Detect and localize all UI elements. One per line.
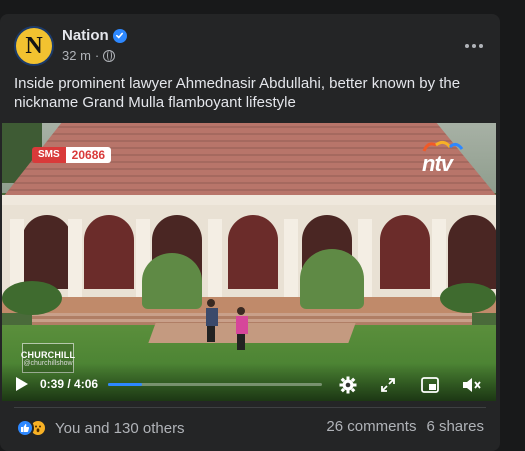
play-icon[interactable] [16, 377, 28, 391]
reactions-text: You and 130 others [55, 419, 185, 437]
video-eave [2, 195, 496, 205]
video-arch [228, 215, 278, 289]
video-palm [300, 249, 364, 309]
settings-icon[interactable] [338, 375, 358, 395]
page-scrollbar[interactable] [503, 0, 525, 451]
video-person [206, 299, 218, 342]
globe-icon [103, 49, 116, 62]
sms-code: 20686 [65, 147, 112, 163]
video-shrub [2, 281, 62, 315]
post-card: N Nation 32 m · Inside prominent lawyer … [0, 14, 500, 451]
video-progress-bar[interactable] [108, 383, 322, 386]
like-icon [16, 419, 34, 437]
mini-player-icon[interactable] [420, 375, 440, 395]
video-arch [22, 215, 72, 289]
video-player[interactable]: SMS 20686 ntv CHURCHILL @churchillshow 0… [2, 123, 496, 401]
video-person [236, 307, 248, 350]
page-avatar[interactable]: N [14, 26, 54, 66]
video-timecode: 0:39 / 4:06 [40, 377, 99, 391]
avatar-letter: N [25, 33, 43, 59]
video-column [68, 219, 82, 301]
video-column [208, 219, 222, 301]
post-header: N Nation 32 m · [14, 26, 486, 74]
page-name[interactable]: Nation [62, 27, 109, 44]
video-terrace [2, 297, 496, 313]
post-time[interactable]: 32 m [62, 48, 91, 63]
mute-icon[interactable] [462, 375, 482, 395]
ntv-logo: ntv [414, 139, 470, 176]
video-palm [142, 253, 202, 309]
shares-count[interactable]: 6 shares [426, 418, 484, 435]
ntv-logo-text: ntv [422, 151, 453, 176]
engagement-divider [14, 407, 486, 408]
video-controls: 0:39 / 4:06 [2, 363, 496, 401]
video-column [284, 219, 298, 301]
sms-label: SMS [32, 147, 66, 163]
post-meta: 32 m · [62, 48, 116, 63]
verified-badge-icon [112, 28, 127, 43]
sms-badge: SMS 20686 [32, 147, 112, 163]
video-arch [380, 215, 430, 289]
engagement-counts: 26 comments 6 shares [326, 418, 484, 435]
video-path [148, 323, 356, 343]
page-name-row: Nation [62, 27, 127, 44]
reactions-summary[interactable]: You and 130 others [16, 418, 185, 438]
video-progress-fill [108, 383, 142, 386]
meta-separator: · [94, 48, 100, 63]
more-options-icon[interactable] [462, 36, 486, 56]
post-caption: Inside prominent lawyer Ahmednasir Abdul… [14, 75, 461, 111]
expand-icon[interactable] [378, 375, 398, 395]
watermark-title: CHURCHILL [20, 349, 76, 360]
video-arch [84, 215, 134, 289]
video-shrub [440, 283, 496, 313]
comments-count[interactable]: 26 comments [326, 418, 416, 435]
video-arch [448, 215, 496, 289]
